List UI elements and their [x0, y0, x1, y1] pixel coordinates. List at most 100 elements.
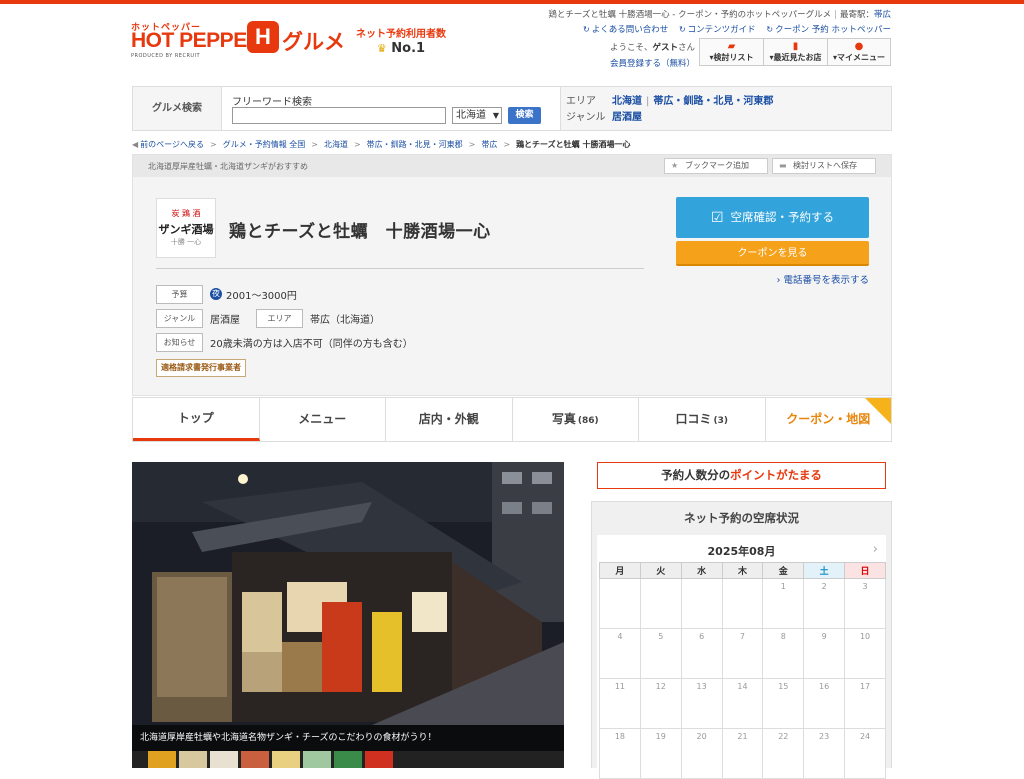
- calendar-day: 11: [599, 678, 641, 729]
- faq-icon: ↻: [583, 25, 590, 34]
- photo-thumbnail[interactable]: [148, 751, 176, 768]
- area-link-hokkaido[interactable]: 北海道: [612, 96, 642, 107]
- tab-interior[interactable]: 店内・外観: [386, 398, 513, 441]
- site-logo[interactable]: ホットペッパー HOT PEPPER H グルメ PRODUCED BY REC…: [131, 20, 346, 60]
- search-label: グルメ検索: [152, 103, 202, 114]
- calendar-day: [639, 578, 682, 629]
- weekday-header: 月: [599, 562, 641, 579]
- reserve-button[interactable]: ☑ 空席確認・予約する: [676, 197, 869, 238]
- photo-thumbnail[interactable]: [303, 751, 331, 768]
- breadcrumb-back[interactable]: 前のページへ戻る: [140, 140, 204, 149]
- notice-tag: お知らせ: [156, 332, 203, 352]
- show-phone-link[interactable]: › 電話番号を表示する: [777, 272, 869, 286]
- photo-thumbnail[interactable]: [272, 751, 300, 768]
- shop-name: 鶏とチーズと牡蠣 十勝酒場一心: [229, 222, 491, 242]
- breadcrumb-item[interactable]: 帯広・釧路・北見・河東郡: [367, 140, 463, 149]
- tab-count: (3): [713, 416, 729, 426]
- photo-thumbnail[interactable]: [241, 751, 269, 768]
- points-banner[interactable]: 予約人数分のポイントがたまる: [597, 462, 886, 489]
- search-button[interactable]: 検索: [508, 107, 541, 124]
- bookmark-label: ブックマーク追加: [685, 161, 749, 170]
- genre-link[interactable]: 居酒屋: [612, 112, 642, 123]
- photo-thumbnail[interactable]: [334, 751, 362, 768]
- photo-thumbnails: [132, 751, 564, 768]
- tab-reviews[interactable]: 口コミ (3): [639, 398, 766, 441]
- breadcrumb-item[interactable]: グルメ・予約情報 全国: [223, 140, 306, 149]
- coupon-button[interactable]: クーポンを見る: [676, 241, 869, 266]
- photo-thumbnail[interactable]: [365, 751, 393, 768]
- freeword-input[interactable]: [232, 107, 446, 124]
- storefront-image: [132, 462, 564, 725]
- shop-catchphrase: 北海道厚岸産牡蠣・北海道ザンギがおすすめ: [148, 162, 308, 171]
- header-buttons: ▰ ▾検討リスト ▮ ▾最近見たお店 ● ▾マイメニュー: [699, 38, 891, 66]
- save-list-button[interactable]: ▬ 検討リストへ保存: [772, 158, 876, 174]
- welcome-suffix: さん: [678, 43, 696, 53]
- weekday-header: 水: [680, 562, 723, 579]
- welcome-block: ようこそ、ゲストさん 会員登録する（無料）: [610, 40, 695, 72]
- tab-top[interactable]: トップ: [133, 398, 260, 441]
- guide-icon: ↻: [678, 25, 686, 34]
- station-label: 最寄駅：: [839, 10, 874, 20]
- next-month-icon[interactable]: ›: [873, 542, 878, 557]
- tab-coupon-map[interactable]: クーポン・地図 CHECK: [766, 398, 891, 441]
- shop-photo[interactable]: 北海道厚岸産牡蠣や北海道名物ザンギ・チーズのこだわりの食材がうり！: [132, 462, 564, 768]
- tab-label: 口コミ: [675, 412, 712, 426]
- shop-logo-line2: ザンギ酒場: [158, 223, 214, 236]
- logo-produced-by: PRODUCED BY RECRUIT: [131, 53, 201, 59]
- calendar-day: 24: [844, 728, 886, 779]
- weekday-header: 木: [721, 562, 764, 579]
- compare-list-label: 検討リスト: [713, 53, 754, 62]
- calendar-day: 13: [680, 678, 723, 729]
- breadcrumb-item[interactable]: 帯広: [481, 140, 497, 149]
- recent-shops-label: 最近見たお店: [773, 53, 822, 62]
- area-link-obihiro[interactable]: 帯広・釧路・北見・河東郡: [653, 96, 773, 107]
- register-link[interactable]: 会員登録する（無料）: [610, 56, 695, 72]
- calendar-heading: ネット予約の空席状況: [684, 511, 799, 525]
- tab-menu[interactable]: メニュー: [260, 398, 386, 441]
- chevron-down-icon: ▼: [492, 111, 499, 120]
- divider: [156, 268, 644, 269]
- calendar-day: 2: [803, 578, 846, 629]
- shop-tabs: トップ メニュー 店内・外観 写真 (86) 口コミ (3) クーポン・地図 CHEC…: [132, 397, 892, 442]
- recent-shops-button[interactable]: ▮ ▾最近見たお店: [763, 38, 827, 66]
- points-banner-text: 予約人数分の: [661, 468, 731, 482]
- weekday-header: 日: [844, 562, 886, 579]
- calendar-day: 6: [680, 628, 723, 679]
- photo-thumbnail[interactable]: [210, 751, 238, 768]
- breadcrumb-current: 鶏とチーズと牡蠣 十勝酒場一心: [516, 140, 631, 149]
- genre-tag: ジャンル: [156, 308, 203, 328]
- weekday-header: 火: [639, 562, 682, 579]
- calendar-day: 9: [803, 628, 846, 679]
- guest-name: ゲスト: [652, 43, 679, 53]
- calendar-month: 2025年08月: [707, 545, 776, 558]
- gourmet-search: グルメ検索 フリーワード検索 北海道 ▼ 検索 エリア 北海道 | 帯広・釧路・北見・河…: [132, 86, 892, 131]
- bookmark-button[interactable]: ★ ブックマーク追加: [664, 158, 768, 174]
- calendar-day: 4: [599, 628, 641, 679]
- station-link[interactable]: 帯広: [874, 10, 891, 20]
- invoice-badge: 適格請求書発行事業者: [156, 359, 246, 377]
- calendar-day: 20: [680, 728, 723, 779]
- freeword-section: フリーワード検索 北海道 ▼ 検索: [221, 87, 561, 130]
- breadcrumb-item[interactable]: 北海道: [324, 140, 348, 149]
- calendar-day: 1: [762, 578, 805, 629]
- weekday-header: 土: [803, 562, 846, 579]
- budget-value: 2001～3000円: [226, 290, 297, 302]
- region-select[interactable]: 北海道 ▼: [452, 107, 502, 124]
- compare-list-button[interactable]: ▰ ▾検討リスト: [699, 38, 763, 66]
- tab-photos[interactable]: 写真 (86): [513, 398, 639, 441]
- photo-thumbnail[interactable]: [179, 751, 207, 768]
- no1-badge: ネット予約利用者数 ♛ No.1: [356, 25, 446, 56]
- contents-guide-link[interactable]: コンテンツガイド: [688, 25, 756, 35]
- coupon-reserve-link[interactable]: クーポン 予約 ホットペッパー: [775, 25, 891, 35]
- list-icon: ▰: [727, 41, 736, 52]
- notice-value: 20歳未満の方は入店不可（同伴の方も含む）: [210, 338, 413, 350]
- coupon-link-icon: ↻: [766, 25, 774, 34]
- person-icon: ●: [854, 41, 864, 52]
- calendar-day: 10: [844, 628, 886, 679]
- my-menu-button[interactable]: ● ▾マイメニュー: [827, 38, 891, 66]
- calendar-day: [680, 578, 723, 629]
- calendar-day: 14: [721, 678, 764, 729]
- faq-link[interactable]: よくある問い合わせ: [592, 25, 669, 35]
- recent-icon: ▮: [792, 41, 799, 52]
- photo-caption: 北海道厚岸産牡蠣や北海道名物ザンギ・チーズのこだわりの食材がうり！: [132, 725, 564, 751]
